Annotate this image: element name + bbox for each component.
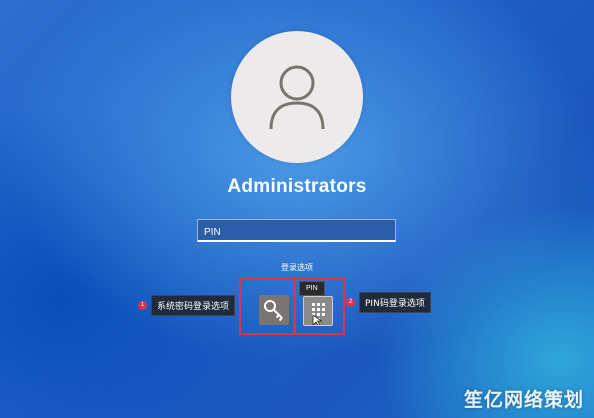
key-icon	[264, 300, 283, 322]
sign-in-options-label: 登录选项	[281, 263, 313, 272]
pin-field-container[interactable]	[197, 219, 396, 243]
username-label: Administrators	[227, 176, 367, 197]
password-option-button[interactable]	[259, 295, 289, 325]
mouse-cursor-icon	[312, 314, 323, 325]
callout-text: 系统密码登录选项	[151, 295, 236, 316]
user-avatar	[231, 31, 363, 163]
callout-text: PIN码登录选项	[359, 292, 431, 313]
callout-password: 1 系统密码登录选项	[138, 295, 236, 316]
person-icon	[269, 65, 325, 130]
lock-screen: Administrators 登录选项 PIN 1 系统密码登录选项 2 PIN…	[0, 0, 594, 418]
pin-option-button[interactable]	[303, 296, 333, 326]
callout-number: 2	[346, 298, 355, 307]
pin-keypad-icon	[312, 303, 325, 325]
watermark: 笙亿网络策划	[463, 389, 584, 411]
callout-number: 1	[138, 301, 147, 310]
callout-pin: 2 PIN码登录选项	[346, 292, 431, 313]
pin-input[interactable]	[198, 222, 395, 243]
pin-tooltip: PIN	[299, 281, 325, 296]
